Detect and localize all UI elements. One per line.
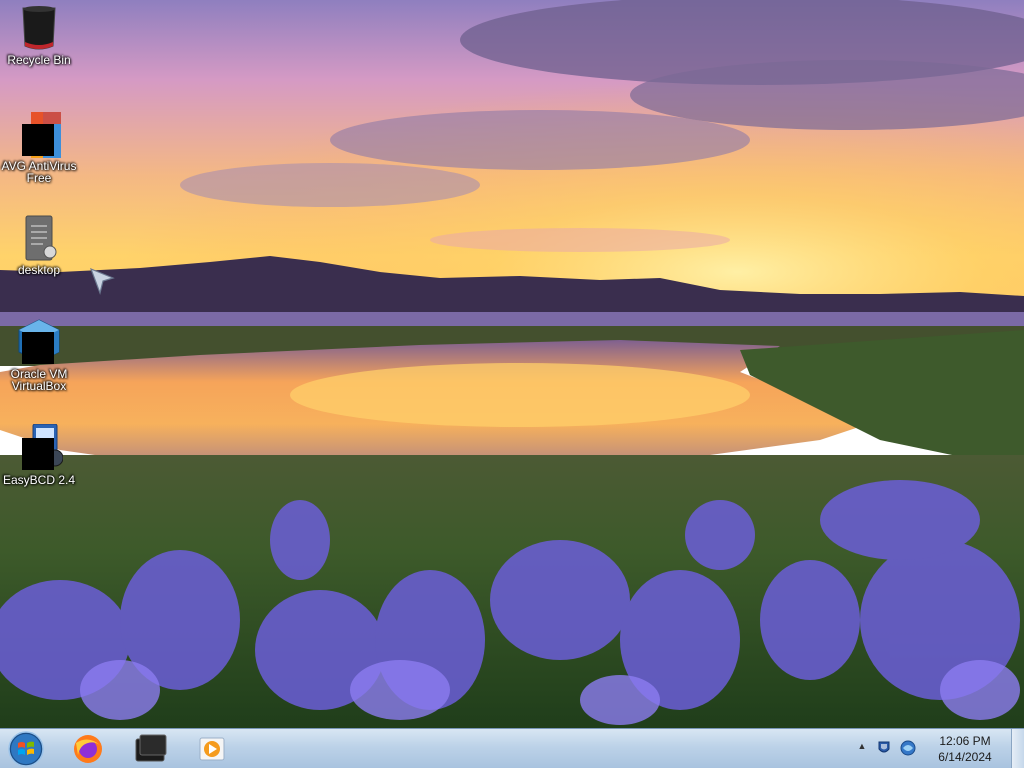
shortcut-overlay [22, 332, 54, 364]
recycle-bin-icon [15, 4, 63, 52]
shortcut-overlay [22, 124, 54, 156]
document-file-icon [15, 214, 63, 262]
clock-date: 6/14/2024 [938, 750, 992, 764]
desktop-icon-label: Recycle Bin [7, 53, 71, 67]
desktop-icon-label: Oracle VM VirtualBox [10, 367, 68, 393]
shortcut-overlay [22, 438, 54, 470]
action-center-flag-icon[interactable] [876, 740, 892, 756]
taskbar-terminal-button[interactable] [128, 731, 172, 767]
taskbar-firefox-button[interactable] [66, 731, 110, 767]
media-player-icon [199, 737, 225, 761]
desktop-icon-virtualbox[interactable]: Oracle VM VirtualBox [0, 318, 79, 392]
terminal-window-icon [135, 734, 167, 762]
taskbar: ▲ 12:06 PM 6/14/2024 [0, 728, 1024, 768]
desktop-icon-avg-antivirus[interactable]: AVG AntiVirus Free [0, 110, 79, 184]
firefox-icon [74, 735, 102, 763]
network-icon[interactable] [900, 740, 916, 756]
start-button[interactable] [6, 730, 46, 768]
mouse-cursor-icon [90, 268, 115, 296]
windows-start-orb-icon [8, 731, 44, 767]
desktop-icon-label: EasyBCD 2.4 [2, 473, 76, 487]
clock-time: 12:06 PM [939, 734, 991, 748]
desktop-wallpaper [0, 0, 1024, 730]
avg-antivirus-icon [15, 110, 63, 158]
desktop-icon-label: desktop [17, 263, 61, 277]
virtualbox-icon [15, 318, 63, 366]
easybcd-icon [15, 423, 64, 472]
system-tray: ▲ 12:06 PM 6/14/2024 [854, 729, 1024, 769]
taskbar-media-player-button[interactable] [190, 731, 234, 767]
taskbar-clock[interactable]: 12:06 PM 6/14/2024 [930, 733, 1000, 765]
desktop-icon-label: AVG AntiVirus Free [1, 159, 77, 185]
show-desktop-button[interactable] [1011, 729, 1024, 768]
desktop-icon-recycle-bin[interactable]: Recycle Bin [0, 4, 79, 66]
desktop-icon-desktop-file[interactable]: desktop [0, 214, 79, 276]
desktop-icon-easybcd[interactable]: EasyBCD 2.4 [0, 423, 79, 487]
show-hidden-icons-chevron-icon[interactable]: ▲ [854, 741, 870, 757]
